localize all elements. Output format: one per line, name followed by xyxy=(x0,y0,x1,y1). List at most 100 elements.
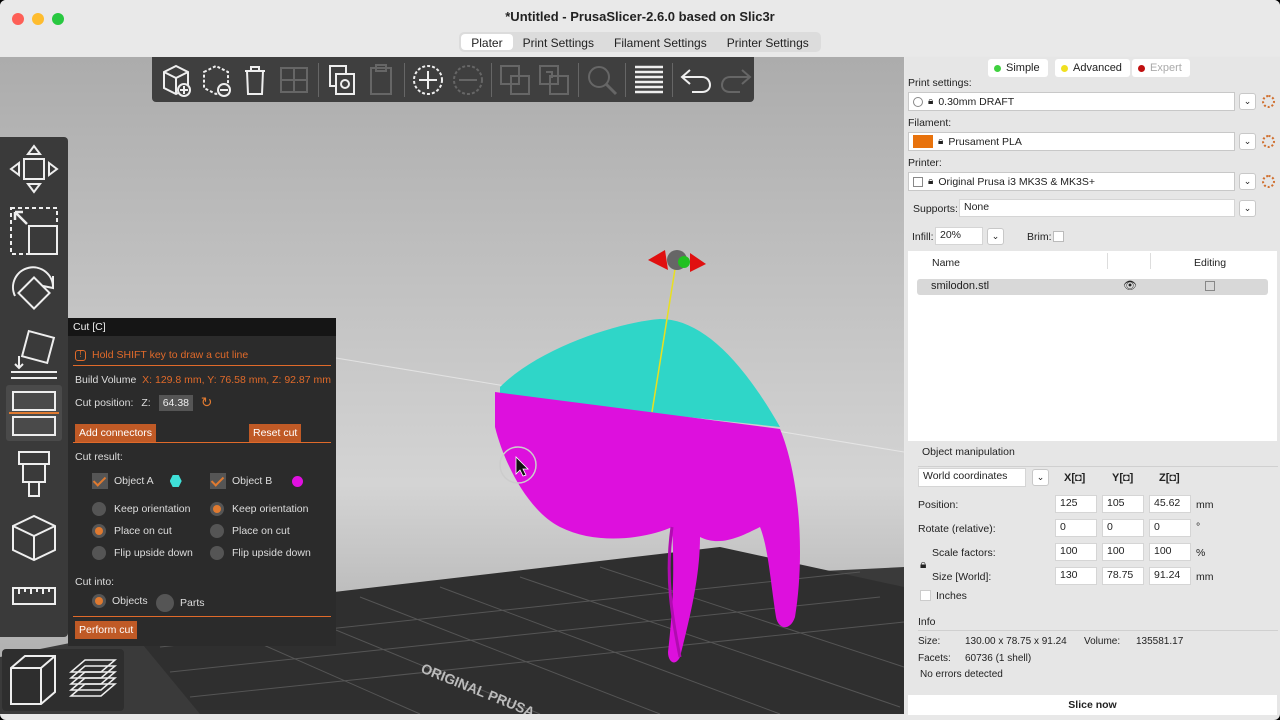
printer-combo[interactable]: 🔒︎ Original Prusa i3 MK3S & MK3S+ xyxy=(908,172,1235,191)
scale-x-input[interactable]: 100 xyxy=(1055,543,1097,561)
filament-combo[interactable]: 🔒︎ Prusament PLA xyxy=(908,132,1235,151)
slice-now-button[interactable]: Slice now xyxy=(908,695,1277,715)
paint-supports-icon[interactable] xyxy=(6,447,62,503)
preview-layers-icon[interactable] xyxy=(65,652,121,708)
object-name: smilodon.stl xyxy=(931,280,990,292)
radio-icon[interactable] xyxy=(156,594,174,612)
cut-z-input[interactable]: 64.38 xyxy=(158,394,193,411)
reset-position-icon[interactable]: ↻ xyxy=(201,394,213,411)
print-gear-icon[interactable] xyxy=(1262,95,1275,108)
col-name-header[interactable]: Name xyxy=(932,257,960,269)
scale-y-input[interactable]: 100 xyxy=(1102,543,1144,561)
cut-gizmo-handle-left[interactable] xyxy=(648,250,668,270)
filament-color-swatch[interactable] xyxy=(913,135,933,148)
measure-cube-icon[interactable] xyxy=(6,509,62,565)
scale-lock-icon[interactable]: 🔒︎ xyxy=(920,557,926,572)
mode-simple-button[interactable]: Simple xyxy=(988,59,1048,77)
mode-advanced-button[interactable]: Advanced xyxy=(1055,59,1130,77)
scale-tool-icon[interactable] xyxy=(6,203,62,259)
close-window-button[interactable] xyxy=(12,13,24,25)
info-errors: No errors detected xyxy=(920,669,1003,680)
add-connectors-button[interactable]: Add connectors xyxy=(75,424,156,442)
brim-checkbox[interactable] xyxy=(1053,231,1064,242)
flip-a-radio[interactable]: Flip upside down xyxy=(92,546,193,560)
3d-viewport[interactable]: ORIGINAL PRUSA Cut [C] ! Hold SHIFT key … xyxy=(0,57,904,714)
rotate-y-input[interactable]: 0 xyxy=(1102,519,1144,537)
radio-icon[interactable] xyxy=(92,502,106,516)
minimize-window-button[interactable] xyxy=(32,13,44,25)
list-item[interactable]: smilodon.stl 👁︎ xyxy=(917,279,1268,295)
filament-dropdown-icon[interactable]: ⌄ xyxy=(1239,133,1256,150)
place-on-cut-b-radio[interactable]: Place on cut xyxy=(210,524,290,538)
rotate-z-input[interactable]: 0 xyxy=(1149,519,1191,537)
cut-gizmo-handle-right[interactable] xyxy=(690,253,706,272)
radio-icon[interactable] xyxy=(92,546,106,560)
place-on-cut-a-radio[interactable]: Place on cut xyxy=(92,524,172,538)
mode-expert-button[interactable]: Expert xyxy=(1132,59,1190,77)
copy-icon[interactable] xyxy=(323,60,359,100)
radio-icon[interactable] xyxy=(210,546,224,560)
infill-dropdown-icon[interactable]: ⌄ xyxy=(987,228,1004,245)
add-instance-icon[interactable] xyxy=(410,60,446,100)
zoom-window-button[interactable] xyxy=(52,13,64,25)
radio-icon[interactable] xyxy=(210,502,224,516)
window-title: *Untitled - PrusaSlicer-2.6.0 based on S… xyxy=(505,8,775,24)
tab-plater[interactable]: Plater xyxy=(461,34,513,50)
edit-icon[interactable] xyxy=(1205,281,1215,291)
object-a-checkbox[interactable]: Object A xyxy=(92,473,182,489)
tab-printer-settings[interactable]: Printer Settings xyxy=(717,34,819,50)
expert-dot-icon xyxy=(1138,64,1145,72)
radio-icon[interactable] xyxy=(92,524,106,538)
print-dropdown-icon[interactable]: ⌄ xyxy=(1239,93,1256,110)
position-unit: mm xyxy=(1196,499,1214,511)
title-bar: *Untitled - PrusaSlicer-2.6.0 based on S… xyxy=(0,0,1280,32)
printer-dropdown-icon[interactable]: ⌄ xyxy=(1239,173,1256,190)
3d-view-icon[interactable] xyxy=(5,652,61,708)
coord-system-select[interactable]: World coordinates xyxy=(918,468,1026,487)
tab-print-settings[interactable]: Print Settings xyxy=(513,34,604,50)
flip-b-radio[interactable]: Flip upside down xyxy=(210,546,311,560)
cut-into-parts-radio[interactable]: Parts xyxy=(156,594,205,612)
delete-object-icon[interactable] xyxy=(197,60,233,100)
perform-cut-button[interactable]: Perform cut xyxy=(75,621,138,639)
position-y-input[interactable]: 105 xyxy=(1102,495,1144,513)
supports-select[interactable]: None xyxy=(959,199,1235,217)
ruler-icon[interactable] xyxy=(6,569,62,625)
mode-expert-label: Expert xyxy=(1150,62,1182,74)
supports-dropdown-icon[interactable]: ⌄ xyxy=(1239,200,1256,217)
position-z-input[interactable]: 45.62 xyxy=(1149,495,1191,513)
radio-icon[interactable] xyxy=(92,594,106,608)
place-on-face-icon[interactable] xyxy=(6,327,62,383)
object-b-checkbox[interactable]: Object B xyxy=(210,473,304,489)
position-x-input[interactable]: 125 xyxy=(1055,495,1097,513)
add-object-icon[interactable] xyxy=(158,60,194,100)
rotate-tool-icon[interactable] xyxy=(6,265,62,321)
undo-icon[interactable] xyxy=(678,60,714,100)
scale-z-input[interactable]: 100 xyxy=(1149,543,1191,561)
reset-cut-button[interactable]: Reset cut xyxy=(249,424,302,442)
cut-into-objects-radio[interactable]: Objects xyxy=(92,594,148,608)
cut-tool-icon[interactable] xyxy=(6,385,62,441)
keep-orientation-a-radio[interactable]: Keep orientation xyxy=(92,502,190,516)
info-size-value: 130.00 x 78.75 x 91.24 xyxy=(965,636,1067,647)
infill-select[interactable]: 20% xyxy=(935,227,983,245)
object-a-check-icon[interactable] xyxy=(92,473,108,489)
printer-gear-icon[interactable] xyxy=(1262,175,1275,188)
rotate-x-input[interactable]: 0 xyxy=(1055,519,1097,537)
print-settings-combo[interactable]: 🔒︎ 0.30mm DRAFT xyxy=(908,92,1235,111)
object-b-check-icon[interactable] xyxy=(210,473,226,489)
layers-editing-icon[interactable] xyxy=(631,60,667,100)
visibility-eye-icon[interactable]: 👁︎ xyxy=(1123,279,1137,292)
delete-all-icon[interactable] xyxy=(237,60,273,100)
filament-gear-icon[interactable] xyxy=(1262,135,1275,148)
size-z-input[interactable]: 91.24 xyxy=(1149,567,1191,585)
inches-checkbox[interactable] xyxy=(920,590,931,601)
col-editing-header[interactable]: Editing xyxy=(1194,257,1226,269)
radio-icon[interactable] xyxy=(210,524,224,538)
coord-dropdown-icon[interactable]: ⌄ xyxy=(1032,469,1049,486)
size-y-input[interactable]: 78.75 xyxy=(1102,567,1144,585)
tab-filament-settings[interactable]: Filament Settings xyxy=(604,34,717,50)
move-tool-icon[interactable] xyxy=(6,141,62,197)
keep-orientation-b-radio[interactable]: Keep orientation xyxy=(210,502,308,516)
size-x-input[interactable]: 130 xyxy=(1055,567,1097,585)
